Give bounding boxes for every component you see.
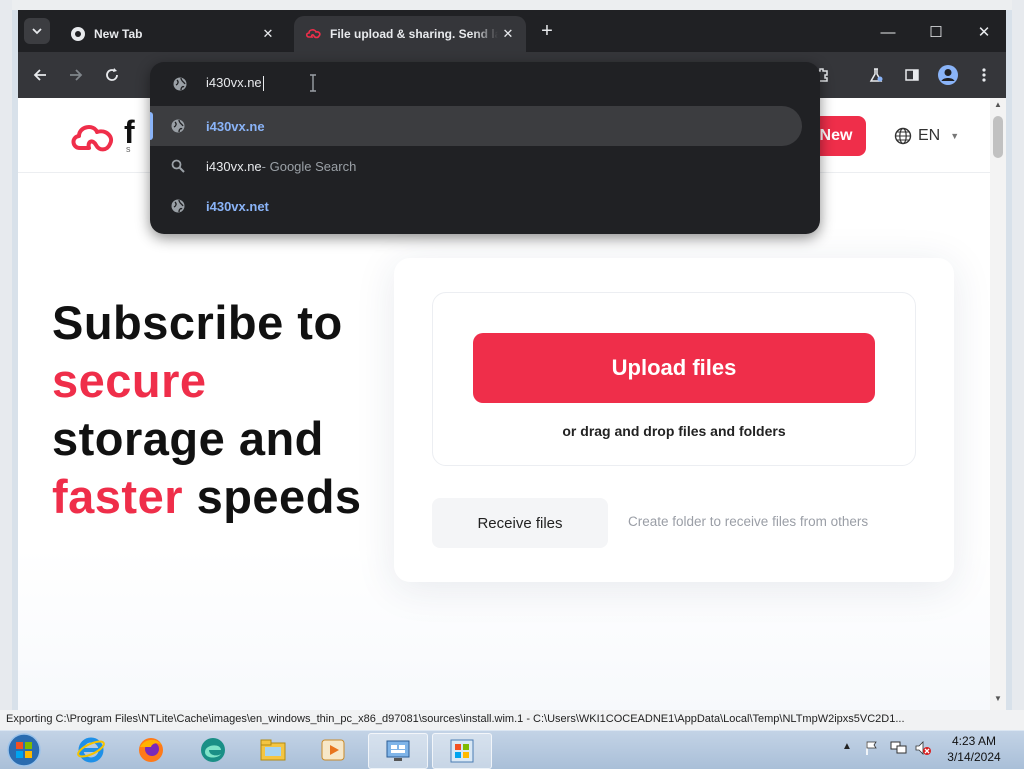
language-label: EN	[918, 127, 941, 144]
edge-icon[interactable]	[186, 733, 240, 767]
receive-files-button[interactable]: Receive files	[432, 498, 608, 548]
file-explorer-icon[interactable]	[246, 733, 300, 767]
internet-explorer-icon[interactable]	[64, 733, 118, 767]
scroll-up-icon[interactable]: ▲	[990, 100, 1006, 109]
address-input[interactable]: i430vx.ne	[206, 75, 264, 92]
desktop-background	[0, 0, 1024, 10]
tab-title: File upload & sharing. Send large files	[330, 27, 498, 41]
profile-button[interactable]	[934, 61, 962, 89]
hero-heading: Subscribe to secure storage and faster s…	[52, 294, 412, 526]
clock-time: 4:23 AM	[951, 734, 997, 748]
scroll-thumb[interactable]	[993, 116, 1003, 158]
desktop-background-right	[1012, 0, 1024, 720]
firefox-icon[interactable]	[124, 733, 178, 767]
avatar-icon	[938, 65, 958, 85]
globe-icon	[894, 127, 912, 145]
search-icon	[171, 159, 185, 173]
tab-title: New Tab	[94, 27, 143, 41]
globe-icon	[171, 199, 185, 213]
more-vertical-icon	[982, 68, 986, 82]
logo-tagline: s	[126, 144, 131, 154]
omnibox-suggestion[interactable]: i430vx.ne	[150, 106, 802, 146]
text-caret	[262, 76, 264, 92]
cloud-logo-icon	[306, 29, 321, 39]
minimize-button[interactable]: —	[866, 16, 910, 48]
media-player-icon[interactable]	[306, 733, 360, 767]
suggestion-text: i430vx.ne	[206, 158, 262, 174]
labs-button[interactable]	[862, 61, 890, 89]
suggestion-suffix: - Google Search	[261, 158, 357, 174]
status-bar: Exporting C:\Program Files\NTLite\Cache\…	[0, 710, 1024, 730]
control-panel-icon[interactable]	[368, 733, 428, 769]
omnibox-dropdown: i430vx.ne i430vx.ne i430vx.ne - Google S…	[150, 62, 820, 234]
flask-icon	[869, 68, 883, 82]
start-button[interactable]	[4, 732, 44, 768]
clock-date: 3/14/2024	[947, 750, 1001, 764]
omnibox[interactable]: i430vx.ne	[150, 62, 820, 106]
hero-line: storage and	[52, 412, 324, 465]
browser-window: New Tab ✕ File upload & sharing. Send la…	[18, 10, 1006, 710]
menu-button[interactable]	[970, 61, 998, 89]
forward-button[interactable]	[62, 61, 90, 89]
omnibox-suggestion[interactable]: i430vx.ne t	[150, 186, 820, 226]
side-panel-button[interactable]	[898, 61, 926, 89]
globe-icon	[173, 77, 187, 91]
suggestion-completion: t	[264, 198, 269, 214]
address-input-value: i430vx.ne	[206, 75, 262, 90]
i-beam-cursor-icon	[310, 74, 316, 92]
reload-icon	[106, 68, 118, 81]
status-text: Exporting C:\Program Files\NTLite\Cache\…	[6, 713, 905, 725]
upload-files-button[interactable]: Upload files	[473, 333, 875, 403]
volume-muted-icon[interactable]	[914, 740, 932, 756]
desktop-background-left	[0, 0, 12, 720]
suggestion-text: i430vx.ne	[206, 198, 265, 214]
tab-strip: New Tab ✕ File upload & sharing. Send la…	[18, 10, 1006, 52]
close-tab-icon[interactable]: ✕	[498, 26, 518, 42]
omnibox-suggestion[interactable]: i430vx.ne - Google Search	[150, 146, 820, 186]
reload-button[interactable]	[98, 61, 126, 89]
hero-line: faster speeds	[52, 468, 412, 526]
hero-line-accent: secure	[52, 354, 207, 407]
scroll-down-icon[interactable]: ▼	[990, 694, 1006, 703]
suggestion-text: i430vx.ne	[206, 118, 265, 134]
drop-zone[interactable]: Upload files or drag and drop files and …	[432, 292, 916, 466]
page-scrollbar[interactable]: ▲ ▼	[990, 98, 1006, 710]
side-panel-icon	[905, 69, 919, 81]
show-hidden-icons-icon[interactable]: ▲	[842, 741, 852, 752]
action-center-flag-icon[interactable]	[864, 740, 880, 756]
back-button[interactable]	[26, 61, 54, 89]
upload-card: Upload files or drag and drop files and …	[394, 258, 954, 582]
chrome-icon	[71, 27, 85, 41]
close-tab-icon[interactable]: ✕	[258, 26, 278, 42]
language-selector[interactable]: EN ▼	[894, 126, 959, 146]
chevron-down-icon	[32, 28, 42, 35]
hero-word: speeds	[183, 470, 362, 523]
arrow-left-icon	[33, 69, 46, 81]
maximize-button[interactable]: ☐	[914, 16, 958, 48]
arrow-right-icon	[70, 69, 83, 81]
close-window-button[interactable]: ✕	[962, 16, 1006, 48]
windows-update-icon[interactable]	[432, 733, 492, 769]
network-icon[interactable]	[890, 740, 908, 756]
cloud-logo-icon[interactable]	[70, 120, 118, 154]
new-tab-button[interactable]: +	[536, 20, 558, 42]
drag-drop-hint: or drag and drop files and folders	[562, 423, 786, 439]
receive-files-description: Create folder to receive files from othe…	[628, 514, 869, 529]
tab-file-upload[interactable]: File upload & sharing. Send large files …	[294, 16, 526, 52]
caret-down-icon: ▼	[950, 131, 960, 141]
globe-icon	[171, 119, 185, 133]
system-clock[interactable]: 4:23 AM 3/14/2024	[936, 733, 1012, 765]
hero-word-accent: faster	[52, 470, 184, 523]
tab-new-tab[interactable]: New Tab ✕	[58, 16, 286, 52]
hero-line: Subscribe to	[52, 296, 343, 349]
taskbar: ▲ 4:23 AM 3/14/2024	[0, 730, 1024, 769]
tab-search-button[interactable]	[24, 18, 50, 44]
